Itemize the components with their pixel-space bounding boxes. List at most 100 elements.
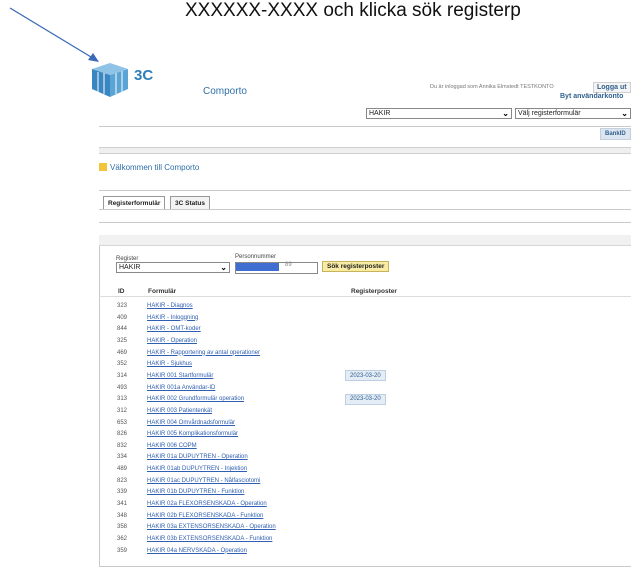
form-link[interactable]: HAKIR - Inloggning (147, 315, 327, 321)
table-row: 341 HAKIR 02a FLEXORSENSKADA - Operation (117, 498, 631, 510)
table-row: 352 HAKIR - Sjukhus (117, 358, 631, 370)
form-link[interactable]: HAKIR 005 Komplikationsformulär (147, 431, 327, 437)
personnummer-label: Personnummer (235, 254, 277, 260)
table-row: 334 HAKIR 01a DUPUYTREN - Operation (117, 451, 631, 463)
row-id: 325 (117, 337, 128, 344)
divider (99, 222, 631, 223)
logo-cube-icon (92, 63, 128, 97)
form-link[interactable]: HAKIR - Rapportering av antal operatione… (147, 350, 327, 356)
table-row: 469 HAKIR - Rapportering av antal operati… (117, 347, 631, 359)
form-link[interactable]: HAKIR 003 Patientenkät (147, 408, 327, 414)
register-select[interactable]: HAKIR ⌄ (116, 262, 230, 273)
form-link[interactable]: HAKIR 01ac DUPUYTREN - Nålfasciotomi (147, 478, 327, 484)
table-row: 312 HAKIR 003 Patientenkät (117, 405, 631, 417)
divider (99, 190, 631, 191)
row-id: 352 (117, 361, 128, 368)
welcome-marker-icon (99, 163, 107, 171)
row-id: 312 (117, 407, 128, 414)
table-row: 339 HAKIR 01b DUPUYTREN - Funktion (117, 486, 631, 498)
personnummer-suffix: 89 (285, 262, 292, 268)
row-id: 358 (117, 524, 128, 531)
table-row: 313 HAKIR 002 Grundformulär operation 2023… (117, 393, 631, 405)
row-id: 826 (117, 431, 128, 438)
row-id: 832 (117, 442, 128, 449)
form-link[interactable]: HAKIR - OMT-koder (147, 326, 327, 332)
personnummer-redaction (236, 263, 279, 271)
table-header-divider (99, 296, 631, 297)
register-select-value: HAKIR (119, 264, 141, 271)
form-link[interactable]: HAKIR 01b DUPUYTREN - Funktion (147, 489, 327, 495)
column-header-registerposter: Registerposter (351, 288, 397, 295)
chevron-down-icon: ⌄ (502, 109, 509, 118)
form-link[interactable]: HAKIR 001 Startformulär (147, 373, 327, 379)
form-link[interactable]: HAKIR 01a DUPUYTREN - Operation (147, 454, 327, 460)
instruction-text: XXXXXX-XXXX och klicka sök registerp (185, 0, 521, 21)
panel-header (99, 235, 631, 246)
record-date-badge[interactable]: 2023-03-20 (345, 370, 386, 382)
table-row: 323 HAKIR - Diagnos (117, 300, 631, 312)
chevron-down-icon: ⌄ (220, 263, 227, 272)
row-id: 493 (117, 384, 128, 391)
divider (99, 126, 631, 127)
header-form-select[interactable]: Välj registerformulär ⌄ (515, 108, 631, 119)
tab-registerformular[interactable]: Registerformulär (103, 196, 166, 210)
row-id: 314 (117, 372, 128, 379)
chevron-down-icon: ⌄ (621, 109, 628, 118)
form-link[interactable]: HAKIR 002 Grundformulär operation (147, 396, 327, 402)
header-bar (99, 147, 631, 154)
form-link[interactable]: HAKIR 03a EXTENSORSENSKADA - Operation (147, 524, 327, 530)
form-link[interactable]: HAKIR 02b FLEXORSENSKADA - Funktion (147, 513, 327, 519)
row-id: 339 (117, 489, 128, 496)
form-link[interactable]: HAKIR 03b EXTENSORSENSKADA - Funktion (147, 536, 327, 542)
app-name[interactable]: Comporto (203, 86, 247, 97)
row-id: 469 (117, 349, 128, 356)
row-id: 348 (117, 512, 128, 519)
row-id: 359 (117, 547, 128, 554)
row-id: 362 (117, 536, 128, 542)
table-row: 409 HAKIR - Inloggning (117, 312, 631, 324)
table-row: 325 HAKIR - Operation (117, 335, 631, 347)
bankid-button[interactable]: BankID (600, 128, 631, 140)
header-form-placeholder: Välj registerformulär (518, 110, 581, 117)
row-id: 823 (117, 477, 128, 484)
table-row: 653 HAKIR 004 Omvårdnadsformulär (117, 417, 631, 429)
switch-account-button[interactable]: Byt användarkonto (560, 93, 623, 100)
form-link[interactable]: HAKIR - Diagnos (147, 303, 327, 309)
form-link[interactable]: HAKIR 004 Omvårdnadsformulär (147, 420, 327, 426)
table-row: 348 HAKIR 02b FLEXORSENSKADA - Funktion (117, 510, 631, 522)
form-link[interactable]: HAKIR 04a NERVSKADA - Operation (147, 548, 327, 554)
form-link[interactable]: HAKIR - Operation (147, 338, 327, 344)
search-records-button[interactable]: Sök registerposter (322, 261, 390, 272)
table-row: 826 HAKIR 005 Komplikationsformulär (117, 428, 631, 440)
logo-text: 3C (134, 67, 154, 84)
row-id: 653 (117, 419, 128, 426)
welcome-text: Välkommen till Comporto (110, 163, 200, 172)
row-id: 323 (117, 303, 128, 309)
logged-in-text: Du är inloggad som Annika Elmstedt TESTK… (430, 84, 554, 90)
row-id: 341 (117, 501, 128, 508)
record-date-badge[interactable]: 2023-03-20 (345, 393, 386, 405)
form-link[interactable]: HAKIR - Sjukhus (147, 361, 327, 367)
row-id: 313 (117, 396, 128, 403)
logout-button[interactable]: Logga ut (593, 82, 631, 93)
table-row: 362 HAKIR 03b EXTENSORSENSKADA - Funktion (117, 533, 631, 545)
row-id: 334 (117, 454, 128, 461)
column-header-id: ID (118, 288, 125, 295)
column-header-formular: Formulär (148, 288, 177, 295)
tab-3c-status[interactable]: 3C Status (170, 196, 210, 210)
header-register-select[interactable]: HAKIR ⌄ (366, 108, 512, 119)
tab-underline (99, 209, 631, 210)
table-row: 493 HAKIR 001a Användar-ID (117, 382, 631, 394)
form-link[interactable]: HAKIR 001a Användar-ID (147, 385, 327, 391)
table-row: 832 HAKIR 006 COPM (117, 440, 631, 452)
form-link[interactable]: HAKIR 01ab DUPUYTREN - Injektion (147, 466, 327, 472)
form-link[interactable]: HAKIR 02a FLEXORSENSKADA - Operation (147, 501, 327, 507)
table-row: 358 HAKIR 03a EXTENSORSENSKADA - Operatio… (117, 521, 631, 533)
table-row: 844 HAKIR - OMT-koder (117, 323, 631, 335)
header-register-value: HAKIR (369, 110, 391, 117)
row-id: 489 (117, 466, 128, 473)
form-link[interactable]: HAKIR 006 COPM (147, 443, 327, 449)
table-row: 489 HAKIR 01ab DUPUYTREN - Injektion (117, 463, 631, 475)
table-row: 823 HAKIR 01ac DUPUYTREN - Nålfasciotomi (117, 475, 631, 487)
row-id: 844 (117, 326, 128, 333)
